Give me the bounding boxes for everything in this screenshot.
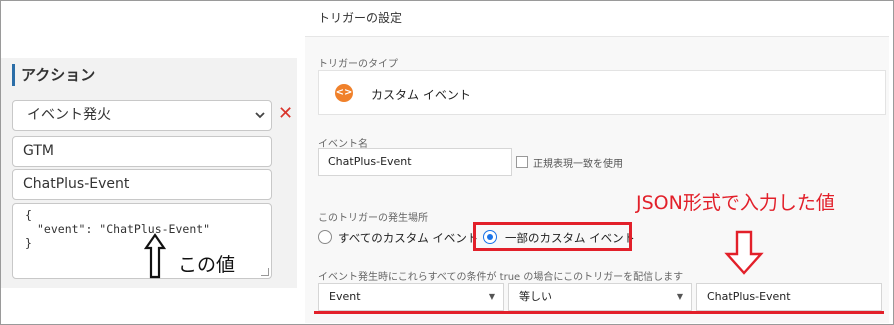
radio-all-events[interactable] — [318, 230, 332, 244]
trigger-type-label: トリガーのタイプ — [318, 59, 398, 70]
code-icon: <> — [335, 84, 353, 102]
event-name-input[interactable]: ChatPlus-Event — [318, 148, 512, 176]
highlight-box — [473, 222, 632, 251]
highlight-underline — [314, 311, 884, 314]
json-value-annotation: JSON形式で入力した値 — [636, 192, 835, 214]
caret-down-icon: ▼ — [488, 292, 495, 301]
condition-label: イベント発生時にこれらすべての条件が true の場合にこのトリガーを配信します — [318, 272, 684, 283]
close-icon[interactable]: ✕ — [278, 104, 293, 124]
value-annotation: この値 — [178, 254, 236, 276]
json-line-1: { — [25, 208, 32, 222]
condition-variable-value: Event — [329, 290, 361, 303]
regex-label: 正規表現一致を使用 — [533, 159, 623, 170]
json-line-2: "event": "ChatPlus-Event" — [37, 222, 211, 236]
occurrence-label: このトリガーの発生場所 — [318, 213, 428, 224]
resize-handle[interactable] — [261, 268, 269, 276]
condition-value-input[interactable]: ChatPlus-Event — [696, 283, 882, 311]
action-select[interactable]: イベント発火 — [12, 100, 272, 131]
condition-operator-select[interactable]: 等しい ▼ — [508, 283, 692, 311]
condition-variable-select[interactable]: Event ▼ — [318, 283, 504, 311]
trigger-settings-title: トリガーの設定 — [318, 11, 403, 25]
action-title: アクション — [12, 64, 95, 86]
radio-all-events-label: すべてのカスタム イベント — [338, 231, 479, 245]
down-arrow-icon — [724, 230, 764, 275]
caret-down-icon: ▼ — [676, 292, 683, 301]
regex-checkbox[interactable] — [516, 156, 528, 168]
json-line-3: } — [25, 236, 32, 250]
action-select-value: イベント発火 — [27, 107, 111, 123]
up-arrow-icon — [144, 233, 166, 279]
gtm-field[interactable]: GTM — [12, 136, 272, 167]
condition-operator-value: 等しい — [519, 290, 552, 303]
trigger-type-value: カスタム イベント — [371, 88, 471, 102]
event-name-field[interactable]: ChatPlus-Event — [12, 169, 272, 200]
